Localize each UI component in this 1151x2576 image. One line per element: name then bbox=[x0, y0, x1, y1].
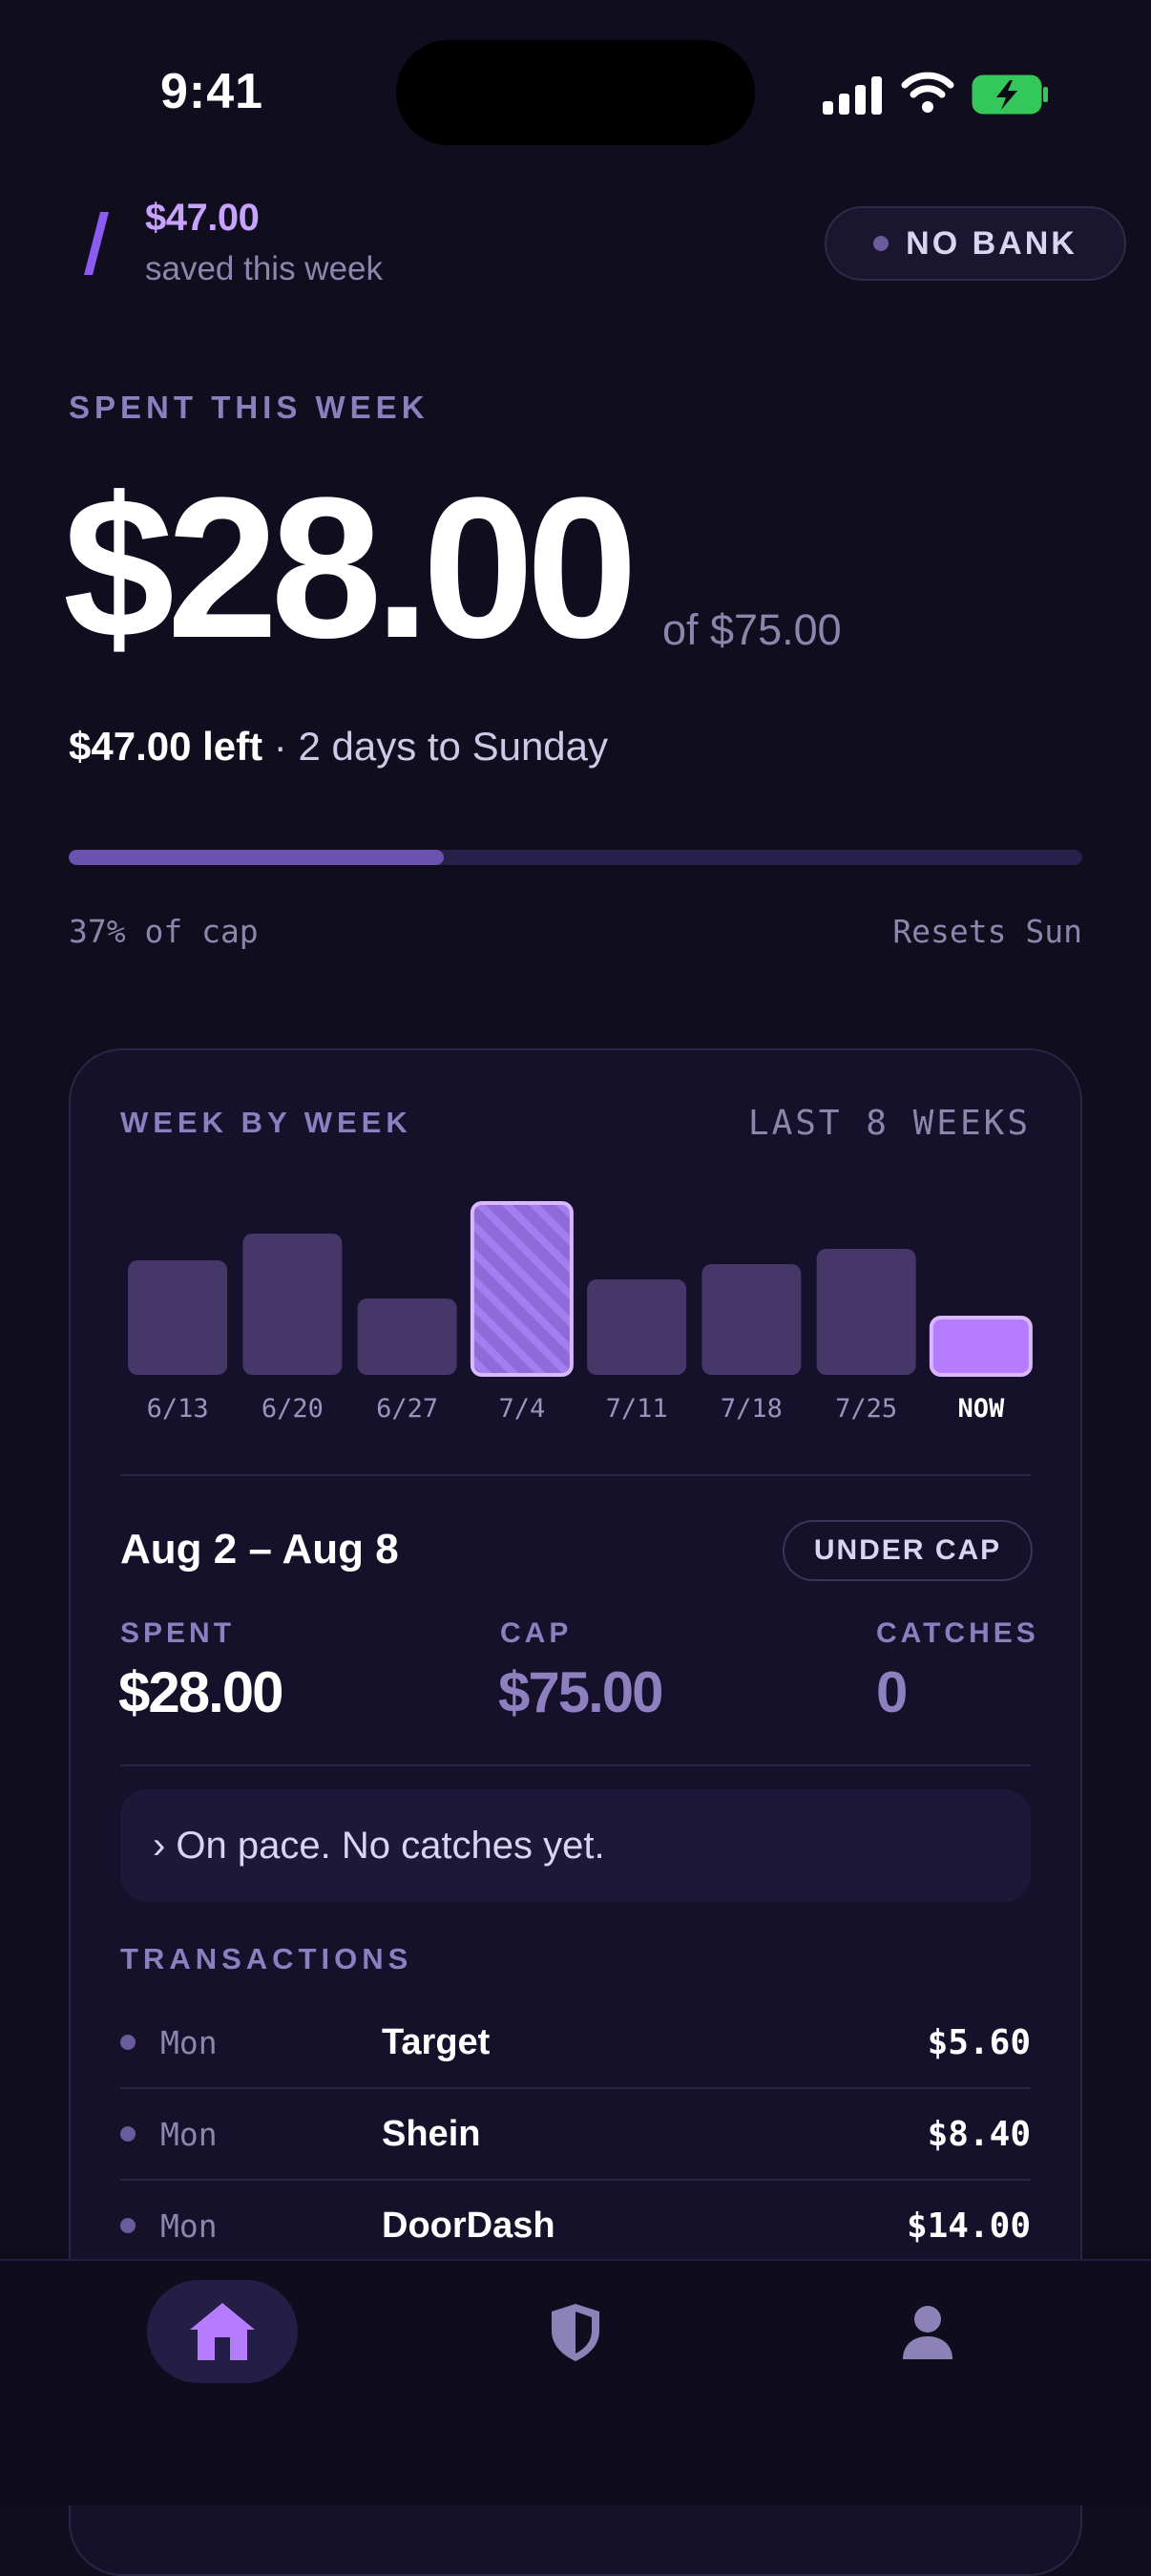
bar-7-25[interactable] bbox=[816, 1249, 916, 1375]
no-bank-badge[interactable]: NO BANK bbox=[825, 206, 1126, 281]
remaining-amount: $47.00 left bbox=[69, 724, 263, 769]
home-icon bbox=[190, 2303, 255, 2360]
saved-amount: $47.00 bbox=[145, 197, 260, 239]
signal-icon bbox=[823, 76, 882, 115]
no-bank-label: NO BANK bbox=[906, 224, 1078, 262]
status-badge: UNDER CAP bbox=[783, 1520, 1033, 1581]
divider bbox=[120, 1474, 1031, 1476]
bar-now[interactable] bbox=[929, 1316, 1033, 1377]
saved-label: saved this week bbox=[145, 250, 384, 287]
stat-cap-label: CAP bbox=[500, 1617, 573, 1649]
bullet-dot bbox=[120, 2126, 136, 2142]
cap-label: of $75.00 bbox=[662, 605, 842, 654]
x-tick-label: 7/11 bbox=[606, 1394, 668, 1424]
transaction-day: Mon bbox=[160, 2023, 218, 2061]
person-icon bbox=[903, 2306, 952, 2359]
remaining-line: $47.00 left · 2 days to Sunday bbox=[69, 724, 608, 770]
x-tick-label: 6/13 bbox=[147, 1394, 209, 1424]
wifi-icon bbox=[901, 72, 954, 113]
transaction-day: Mon bbox=[160, 2115, 218, 2153]
x-tick-label: 6/20 bbox=[262, 1394, 324, 1424]
chart-x-labels: 6/13 6/20 6/27 7/4 7/11 7/18 7/25 NOW bbox=[147, 1394, 1005, 1424]
card-title: WEEK BY WEEK bbox=[120, 1106, 412, 1139]
stat-spent-label: SPENT bbox=[120, 1617, 236, 1649]
x-tick-label: 7/25 bbox=[835, 1394, 897, 1424]
bar-7-4[interactable] bbox=[470, 1201, 574, 1377]
tab-profile[interactable] bbox=[889, 2297, 966, 2368]
progress-fill bbox=[69, 850, 444, 865]
spent-amount: $28.00 bbox=[63, 455, 638, 680]
bar-6-13[interactable] bbox=[128, 1260, 228, 1375]
transaction-row[interactable]: Mon Shein $8.40 bbox=[120, 2089, 1031, 2179]
status-time: 9:41 bbox=[160, 64, 264, 119]
logo-slash-icon bbox=[84, 212, 109, 275]
stat-catches-label: CATCHES bbox=[876, 1617, 1039, 1649]
transaction-merchant: Target bbox=[382, 2021, 491, 2062]
status-dot bbox=[873, 236, 889, 251]
transaction-merchant: Shein bbox=[382, 2113, 481, 2154]
transactions-heading: TRANSACTIONS bbox=[120, 1942, 413, 1975]
x-tick-label: NOW bbox=[957, 1394, 1005, 1424]
shield-icon bbox=[552, 2304, 599, 2361]
bar-7-18[interactable] bbox=[701, 1264, 802, 1375]
transaction-row[interactable]: Mon Target $5.60 bbox=[120, 1997, 1031, 2087]
x-tick-label: 7/4 bbox=[498, 1394, 545, 1424]
range-selector[interactable]: LAST 8 WEEKS bbox=[748, 1104, 1031, 1143]
divider bbox=[120, 1764, 1031, 1766]
days-to-reset: · 2 days to Sunday bbox=[262, 724, 609, 769]
spent-kicker: SPENT THIS WEEK bbox=[69, 390, 429, 425]
progress-bar bbox=[69, 850, 1082, 865]
progress-label: 37% of cap bbox=[69, 913, 259, 950]
bullet-dot bbox=[120, 2035, 136, 2050]
transaction-merchant: DoorDash bbox=[382, 2205, 555, 2246]
weekly-bar-chart bbox=[128, 1201, 1033, 1377]
tab-home[interactable] bbox=[147, 2280, 298, 2383]
transaction-day: Mon bbox=[160, 2206, 218, 2245]
battery-icon bbox=[972, 74, 1048, 115]
week-range: Aug 2 – Aug 8 bbox=[120, 1526, 399, 1573]
x-tick-label: 6/27 bbox=[376, 1394, 438, 1424]
pace-note: › On pace. No catches yet. bbox=[120, 1789, 1031, 1902]
resets-label: Resets Sun bbox=[892, 913, 1082, 950]
tab-shield[interactable] bbox=[534, 2299, 617, 2366]
dynamic-island bbox=[396, 40, 755, 145]
bar-7-11[interactable] bbox=[587, 1279, 687, 1375]
transaction-amount: $14.00 bbox=[906, 2206, 1031, 2246]
transaction-amount: $5.60 bbox=[927, 2022, 1031, 2062]
stat-spent-value: $28.00 bbox=[118, 1660, 284, 1724]
bar-6-27[interactable] bbox=[357, 1299, 457, 1375]
bar-6-20[interactable] bbox=[242, 1234, 343, 1375]
stat-catches-value: 0 bbox=[876, 1660, 908, 1724]
bullet-dot bbox=[120, 2218, 136, 2233]
x-tick-label: 7/18 bbox=[721, 1394, 783, 1424]
transaction-amount: $8.40 bbox=[927, 2114, 1031, 2154]
stat-cap-value: $75.00 bbox=[498, 1660, 664, 1724]
transaction-row[interactable]: Mon DoorDash $14.00 bbox=[120, 2181, 1031, 2270]
